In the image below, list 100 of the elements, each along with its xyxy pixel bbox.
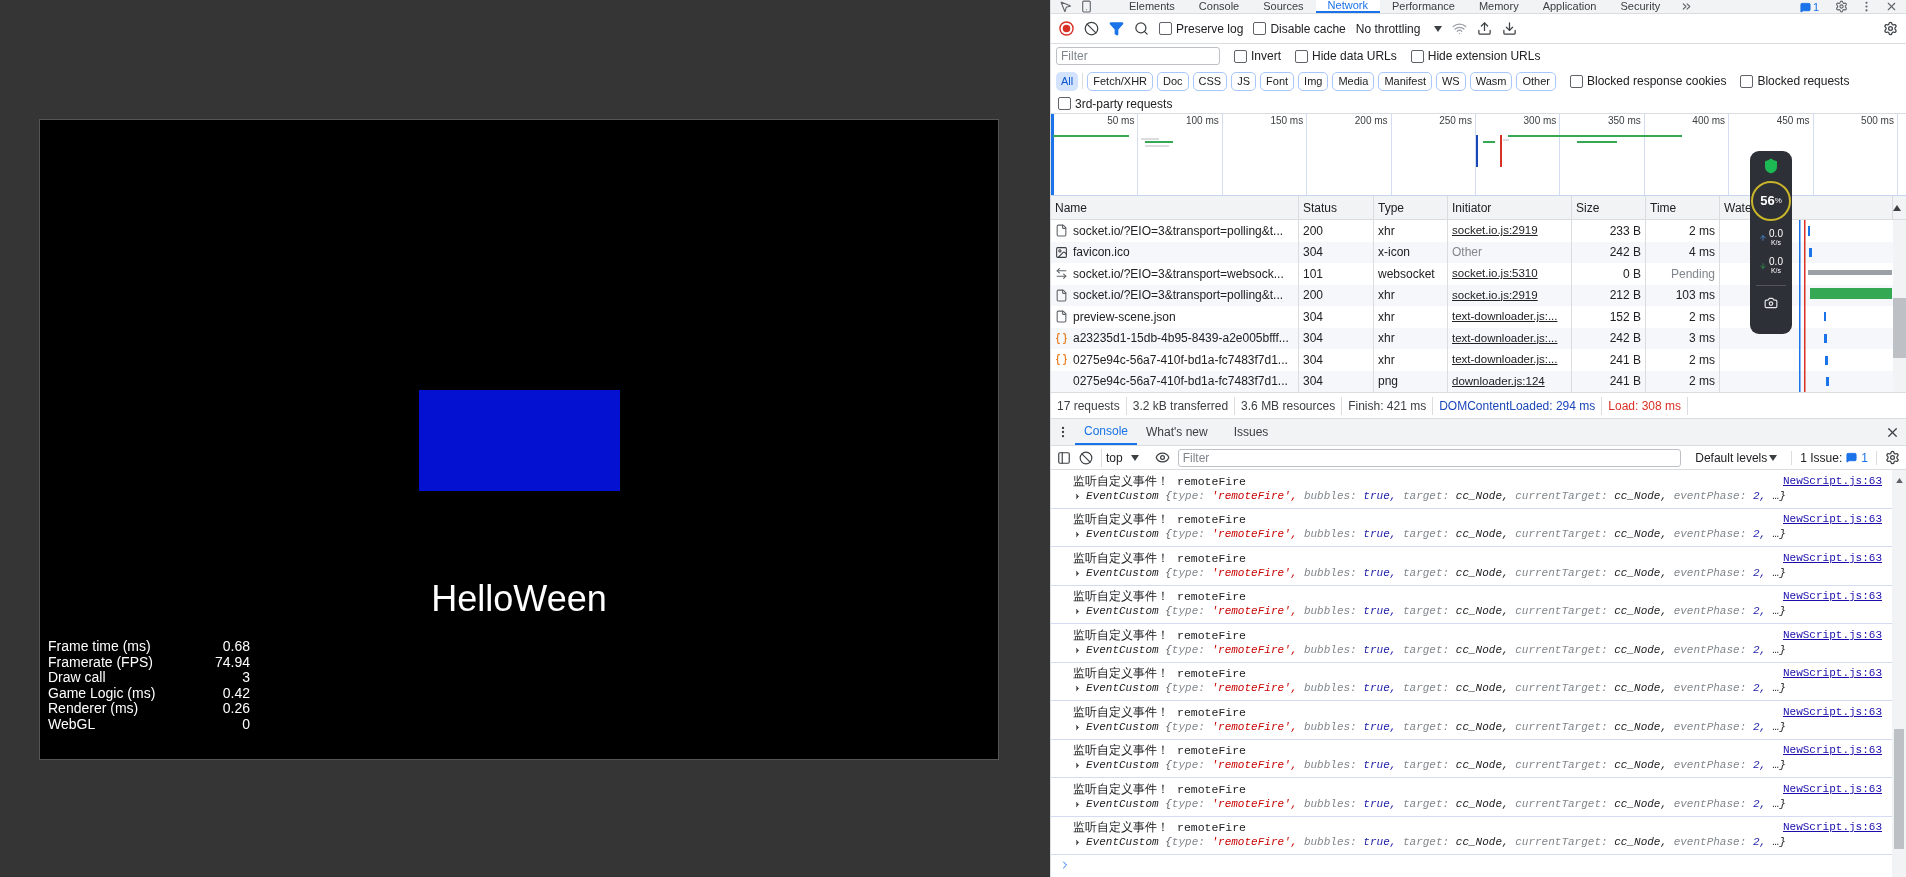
log-object[interactable]: EventCustom {type: 'remoteFire', bubbles: true, target: cc_Node, currentTarget: cc_Node, eventPhase: 2, …} (1086, 604, 1786, 620)
network-conditions-icon[interactable] (1452, 21, 1468, 36)
panel-tab[interactable]: Console (1186, 0, 1252, 13)
scrollbar-thumb[interactable] (1894, 729, 1904, 849)
checkbox[interactable] (1570, 74, 1583, 88)
expand-icon[interactable] (1073, 722, 1082, 732)
log-object[interactable]: EventCustom {type: 'remoteFire', bubbles: true, target: cc_Node, currentTarget: cc_Node, eventPhase: 2, …} (1086, 488, 1786, 504)
device-icon[interactable] (1080, 0, 1093, 13)
type-filter[interactable]: Img (1298, 71, 1329, 91)
upload-icon[interactable] (1477, 21, 1493, 36)
clear-icon[interactable] (1079, 450, 1093, 465)
panel-tab[interactable]: Elements (1117, 0, 1187, 13)
checkbox[interactable] (1740, 74, 1754, 88)
settings-icon[interactable] (1835, 0, 1848, 13)
source-link[interactable]: NewScript.js:63 (1782, 743, 1882, 759)
request-name[interactable]: favicon.ico (1073, 243, 1130, 262)
request-name[interactable]: socket.io/?EIO=3&transport=polling&t... (1073, 221, 1284, 240)
log-object[interactable]: EventCustom {type: 'remoteFire', bubbles: true, target: cc_Node, currentTarget: cc_Node, eventPhase: 2, …} (1086, 527, 1786, 543)
column-header[interactable]: Status (1299, 196, 1374, 219)
column-header[interactable]: Size (1572, 196, 1646, 219)
issue-icon[interactable] (1799, 2, 1811, 13)
settings-icon[interactable] (1885, 450, 1900, 465)
scroll-up-icon[interactable] (1895, 478, 1903, 483)
panel-tab[interactable]: Performance (1379, 0, 1467, 13)
eye-icon[interactable] (1154, 450, 1170, 465)
initiator-link[interactable]: downloader.js:124 (1452, 372, 1545, 390)
expand-icon[interactable] (1073, 607, 1082, 617)
close-icon[interactable] (1885, 0, 1898, 13)
log-object[interactable]: EventCustom {type: 'remoteFire', bubbles: true, target: cc_Node, currentTarget: cc_Node, eventPhase: 2, …} (1086, 835, 1786, 851)
console-filter-field[interactable]: Filter (1177, 448, 1682, 467)
download-icon[interactable] (1502, 21, 1518, 36)
checkbox[interactable] (1058, 97, 1071, 110)
log-object[interactable]: EventCustom {type: 'remoteFire', bubbles: true, target: cc_Node, currentTarget: cc_Node, eventPhase: 2, …} (1086, 796, 1786, 812)
expand-icon[interactable] (1073, 684, 1082, 694)
type-filter[interactable]: WS (1435, 71, 1466, 91)
expand-icon[interactable] (1073, 491, 1082, 501)
type-filter[interactable]: Other (1516, 71, 1556, 91)
expand-icon[interactable] (1073, 799, 1082, 809)
record-icon[interactable] (1059, 21, 1074, 36)
sidebar-icon[interactable] (1057, 450, 1071, 465)
drawer-tab[interactable]: Console (1075, 419, 1138, 445)
checkbox[interactable] (1159, 22, 1172, 35)
source-link[interactable]: NewScript.js:63 (1782, 704, 1882, 720)
context-dropdown[interactable]: top (1101, 448, 1143, 467)
initiator-link[interactable]: socket.io.js:2919 (1452, 286, 1538, 304)
source-link[interactable]: NewScript.js:63 (1782, 512, 1882, 528)
drawer-tab[interactable]: Issues (1224, 419, 1278, 445)
source-link[interactable]: NewScript.js:63 (1782, 589, 1882, 605)
expand-icon[interactable] (1073, 761, 1082, 771)
settings-icon[interactable] (1883, 21, 1898, 36)
expand-icon[interactable] (1073, 645, 1082, 655)
initiator-link[interactable]: socket.io.js:5310 (1452, 265, 1538, 283)
source-link[interactable]: NewScript.js:63 (1782, 781, 1882, 797)
filter-field[interactable]: Filter (1056, 47, 1220, 65)
scrollbar-thumb[interactable] (1893, 298, 1906, 358)
search-icon[interactable] (1134, 21, 1149, 36)
source-link[interactable]: NewScript.js:63 (1782, 550, 1882, 566)
request-name[interactable]: 0275e94c-56a7-410f-bd1a-fc7483f7d1... (1073, 350, 1288, 369)
type-filter[interactable]: Manifest (1378, 71, 1432, 91)
initiator-link[interactable]: socket.io.js:2919 (1452, 222, 1538, 240)
source-link[interactable]: NewScript.js:63 (1782, 473, 1882, 489)
expand-icon[interactable] (1073, 838, 1082, 848)
expand-icon[interactable] (1073, 530, 1082, 540)
request-name[interactable]: socket.io/?EIO=3&transport=websock... (1073, 264, 1284, 283)
type-filter[interactable]: JS (1231, 71, 1257, 91)
initiator-link[interactable]: text-downloader.js:... (1452, 308, 1558, 326)
type-filter[interactable]: Wasm (1469, 71, 1513, 91)
scrollbar-track[interactable] (1893, 220, 1906, 392)
issue-icon[interactable] (1846, 452, 1858, 463)
issues-label[interactable]: 1 Issue: (1800, 448, 1843, 467)
checkbox[interactable] (1295, 49, 1308, 63)
expand-icon[interactable] (1073, 568, 1082, 578)
initiator-link[interactable]: text-downloader.js:... (1452, 351, 1558, 369)
levels-dropdown[interactable]: Default levels (1689, 448, 1784, 467)
clear-icon[interactable] (1084, 21, 1099, 36)
throttling-dropdown[interactable]: No throttling (1355, 19, 1443, 38)
panel-tab[interactable]: Memory (1466, 0, 1531, 13)
source-link[interactable]: NewScript.js:63 (1782, 820, 1882, 836)
column-header[interactable]: Initiator (1448, 196, 1572, 219)
log-object[interactable]: EventCustom {type: 'remoteFire', bubbles: true, target: cc_Node, currentTarget: cc_Node, eventPhase: 2, …} (1086, 681, 1786, 697)
panel-tab[interactable]: Security (1608, 0, 1673, 13)
camera-icon[interactable] (1764, 296, 1778, 310)
type-filter[interactable]: Media (1332, 71, 1375, 91)
type-filter[interactable]: Fetch/XHR (1087, 71, 1154, 91)
request-name[interactable]: a23235d1-15db-4b95-8439-a2e005bfff... (1073, 329, 1289, 348)
source-link[interactable]: NewScript.js:63 (1782, 627, 1882, 643)
request-name[interactable]: 0275e94c-56a7-410f-bd1a-fc7483f7d1... (1073, 372, 1288, 391)
column-header[interactable]: Type (1374, 196, 1448, 219)
source-link[interactable]: NewScript.js:63 (1782, 666, 1882, 682)
request-name[interactable]: preview-scene.json (1073, 307, 1176, 326)
type-filter[interactable]: All (1056, 71, 1079, 91)
checkbox[interactable] (1253, 22, 1267, 35)
request-name[interactable]: socket.io/?EIO=3&transport=polling&t... (1073, 286, 1284, 305)
filter-icon[interactable] (1109, 21, 1124, 36)
panel-tab[interactable]: Sources (1251, 0, 1316, 13)
inspect-icon[interactable] (1059, 0, 1072, 13)
drawer-tab[interactable]: What's new (1137, 419, 1217, 445)
log-object[interactable]: EventCustom {type: 'remoteFire', bubbles: true, target: cc_Node, currentTarget: cc_Node, eventPhase: 2, …} (1086, 719, 1786, 735)
issues-count[interactable]: 1 (1812, 1, 1819, 13)
type-filter[interactable]: Doc (1157, 71, 1189, 91)
